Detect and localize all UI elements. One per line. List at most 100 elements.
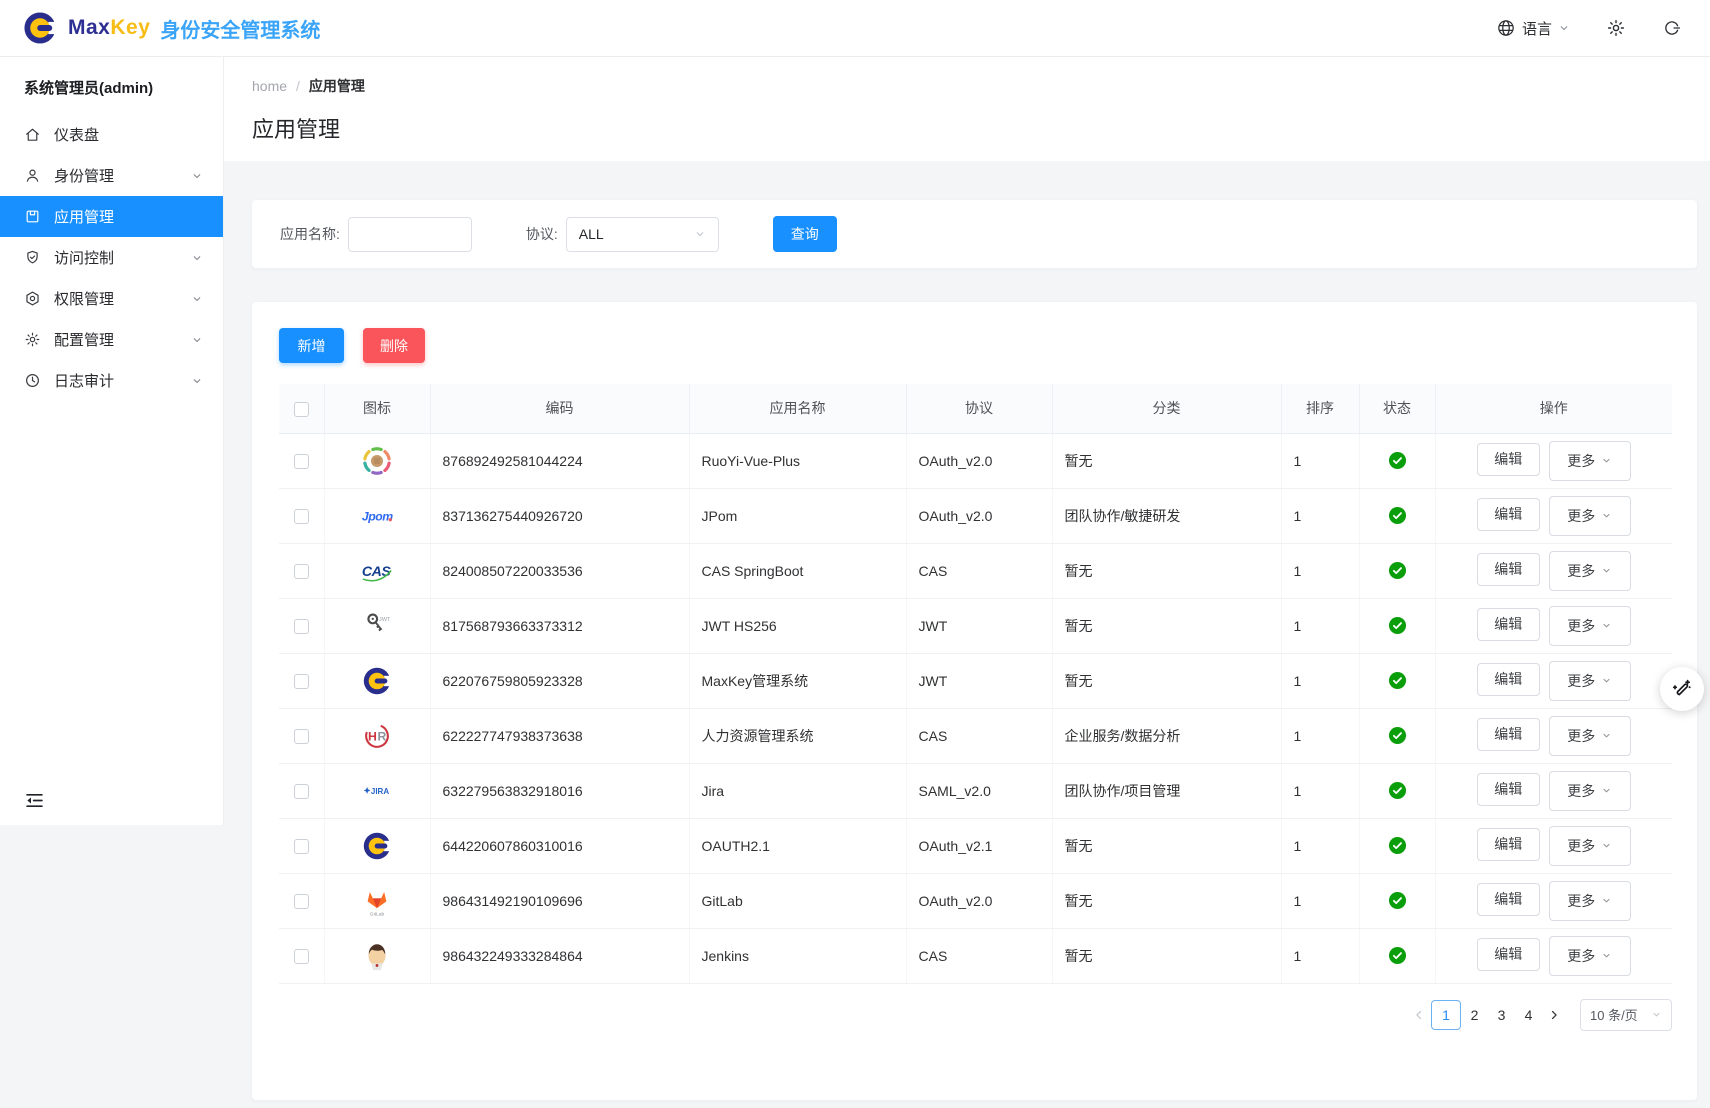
app-protocol: OAuth_v2.1 — [906, 818, 1052, 873]
logout-icon[interactable] — [1662, 18, 1682, 38]
row-checkbox[interactable] — [294, 619, 309, 634]
hr-logo-icon: HR — [360, 719, 394, 753]
status-enabled-icon — [1388, 616, 1407, 635]
table-row: 644220607860310016 OAUTH2.1 OAuth_v2.1 暂… — [279, 818, 1672, 873]
row-checkbox[interactable] — [294, 949, 309, 964]
app-sort: 1 — [1281, 928, 1359, 983]
more-label: 更多 — [1567, 671, 1595, 691]
sidebar-item-audit[interactable]: 日志审计 — [0, 360, 223, 401]
app-code: 876892492581044224 — [430, 433, 689, 488]
edit-button[interactable]: 编辑 — [1477, 443, 1540, 476]
app-name-filter-input[interactable] — [348, 217, 472, 252]
app-protocol: CAS — [906, 708, 1052, 763]
more-button[interactable]: 更多 — [1549, 661, 1631, 701]
page-number-button[interactable]: 3 — [1488, 1000, 1515, 1030]
page-number-button[interactable]: 1 — [1431, 1000, 1461, 1030]
protocol-select[interactable]: ALL — [566, 217, 719, 252]
protocol-filter-label: 协议: — [526, 224, 558, 244]
apps-panel: 新增 删除 图标 编码 应用名称 协议 分类 排序 — [252, 302, 1697, 1100]
edit-button[interactable]: 编辑 — [1477, 883, 1540, 916]
sidebar-fold-icon[interactable] — [24, 790, 45, 811]
sidebar-item-permissions[interactable]: 权限管理 — [0, 278, 223, 319]
settings-gear-icon[interactable] — [1606, 18, 1626, 38]
edit-button[interactable]: 编辑 — [1477, 828, 1540, 861]
jpom-logo-icon: Jpom — [360, 499, 394, 533]
edit-button[interactable]: 编辑 — [1477, 773, 1540, 806]
more-button[interactable]: 更多 — [1549, 551, 1631, 591]
sidebar-item-config[interactable]: 配置管理 — [0, 319, 223, 360]
row-checkbox[interactable] — [294, 784, 309, 799]
app-sort: 1 — [1281, 708, 1359, 763]
row-checkbox[interactable] — [294, 564, 309, 579]
more-button[interactable]: 更多 — [1549, 881, 1631, 921]
add-button[interactable]: 新增 — [279, 328, 344, 363]
app-sort: 1 — [1281, 763, 1359, 818]
table-row: GitLab 986431492190109696 GitLab OAuth_v… — [279, 873, 1672, 928]
more-button[interactable]: 更多 — [1549, 771, 1631, 811]
sidebar-item-identity[interactable]: 身份管理 — [0, 155, 223, 196]
language-menu[interactable]: 语言 — [1496, 18, 1570, 39]
row-checkbox[interactable] — [294, 509, 309, 524]
prev-page-button[interactable] — [1407, 1008, 1431, 1022]
row-checkbox[interactable] — [294, 839, 309, 854]
app-category: 暂无 — [1052, 928, 1281, 983]
chevron-down-icon — [1601, 565, 1612, 576]
page-size-select[interactable]: 10 条/页 — [1580, 999, 1672, 1031]
row-checkbox[interactable] — [294, 674, 309, 689]
page-number-button[interactable]: 2 — [1461, 1000, 1488, 1030]
status-enabled-icon — [1388, 726, 1407, 745]
theme-helper-button[interactable] — [1660, 667, 1704, 711]
table-row: 876892492581044224 RuoYi-Vue-Plus OAuth_… — [279, 433, 1672, 488]
chevron-down-icon — [1601, 455, 1612, 466]
apps-table: 图标 编码 应用名称 协议 分类 排序 状态 操作 87689249258104… — [279, 384, 1672, 984]
sidebar-item-apps[interactable]: 应用管理 — [0, 196, 223, 237]
table-row: CAS 824008507220033536 CAS SpringBoot CA… — [279, 543, 1672, 598]
more-button[interactable]: 更多 — [1549, 496, 1631, 536]
user-icon — [24, 167, 41, 184]
more-button[interactable]: 更多 — [1549, 441, 1631, 481]
app-name: JWT HS256 — [689, 598, 906, 653]
select-all-checkbox[interactable] — [294, 402, 309, 417]
row-checkbox[interactable] — [294, 729, 309, 744]
chevron-down-icon — [1601, 620, 1612, 631]
search-button[interactable]: 查询 — [773, 216, 837, 252]
row-checkbox[interactable] — [294, 894, 309, 909]
sidebar-item-access[interactable]: 访问控制 — [0, 237, 223, 278]
svg-text:Jpom: Jpom — [362, 509, 393, 523]
edit-button[interactable]: 编辑 — [1477, 938, 1540, 971]
status-enabled-icon — [1388, 946, 1407, 965]
chevron-down-icon — [191, 334, 203, 346]
more-button[interactable]: 更多 — [1549, 826, 1631, 866]
table-toolbar: 新增 删除 — [279, 328, 1672, 363]
jenkins-logo-icon — [360, 939, 394, 973]
edit-button[interactable]: 编辑 — [1477, 498, 1540, 531]
row-checkbox[interactable] — [294, 454, 309, 469]
app-code: 632279563832918016 — [430, 763, 689, 818]
more-button[interactable]: 更多 — [1549, 716, 1631, 756]
more-button[interactable]: 更多 — [1549, 936, 1631, 976]
chevron-down-icon — [1601, 730, 1612, 741]
sidebar-item-label: 日志审计 — [54, 370, 114, 391]
sidebar-item-label: 仪表盘 — [54, 124, 99, 145]
edit-button[interactable]: 编辑 — [1477, 608, 1540, 641]
breadcrumb-home-link[interactable]: home — [252, 78, 287, 94]
maxkey-logo-icon — [360, 664, 394, 698]
edit-button[interactable]: 编辑 — [1477, 718, 1540, 751]
gear-icon — [24, 331, 41, 348]
page-number-button[interactable]: 4 — [1515, 1000, 1542, 1030]
shield-check-icon — [24, 249, 41, 266]
more-label: 更多 — [1567, 836, 1595, 856]
chevron-down-icon — [191, 293, 203, 305]
app-protocol: OAuth_v2.0 — [906, 433, 1052, 488]
app-category: 暂无 — [1052, 543, 1281, 598]
app-protocol: JWT — [906, 653, 1052, 708]
more-button[interactable]: 更多 — [1549, 606, 1631, 646]
column-header-icon: 图标 — [324, 384, 430, 433]
next-page-button[interactable] — [1542, 1008, 1566, 1022]
status-enabled-icon — [1388, 671, 1407, 690]
edit-button[interactable]: 编辑 — [1477, 553, 1540, 586]
edit-button[interactable]: 编辑 — [1477, 663, 1540, 696]
app-sort: 1 — [1281, 873, 1359, 928]
delete-button[interactable]: 删除 — [363, 328, 425, 363]
sidebar-item-dashboard[interactable]: 仪表盘 — [0, 114, 223, 155]
